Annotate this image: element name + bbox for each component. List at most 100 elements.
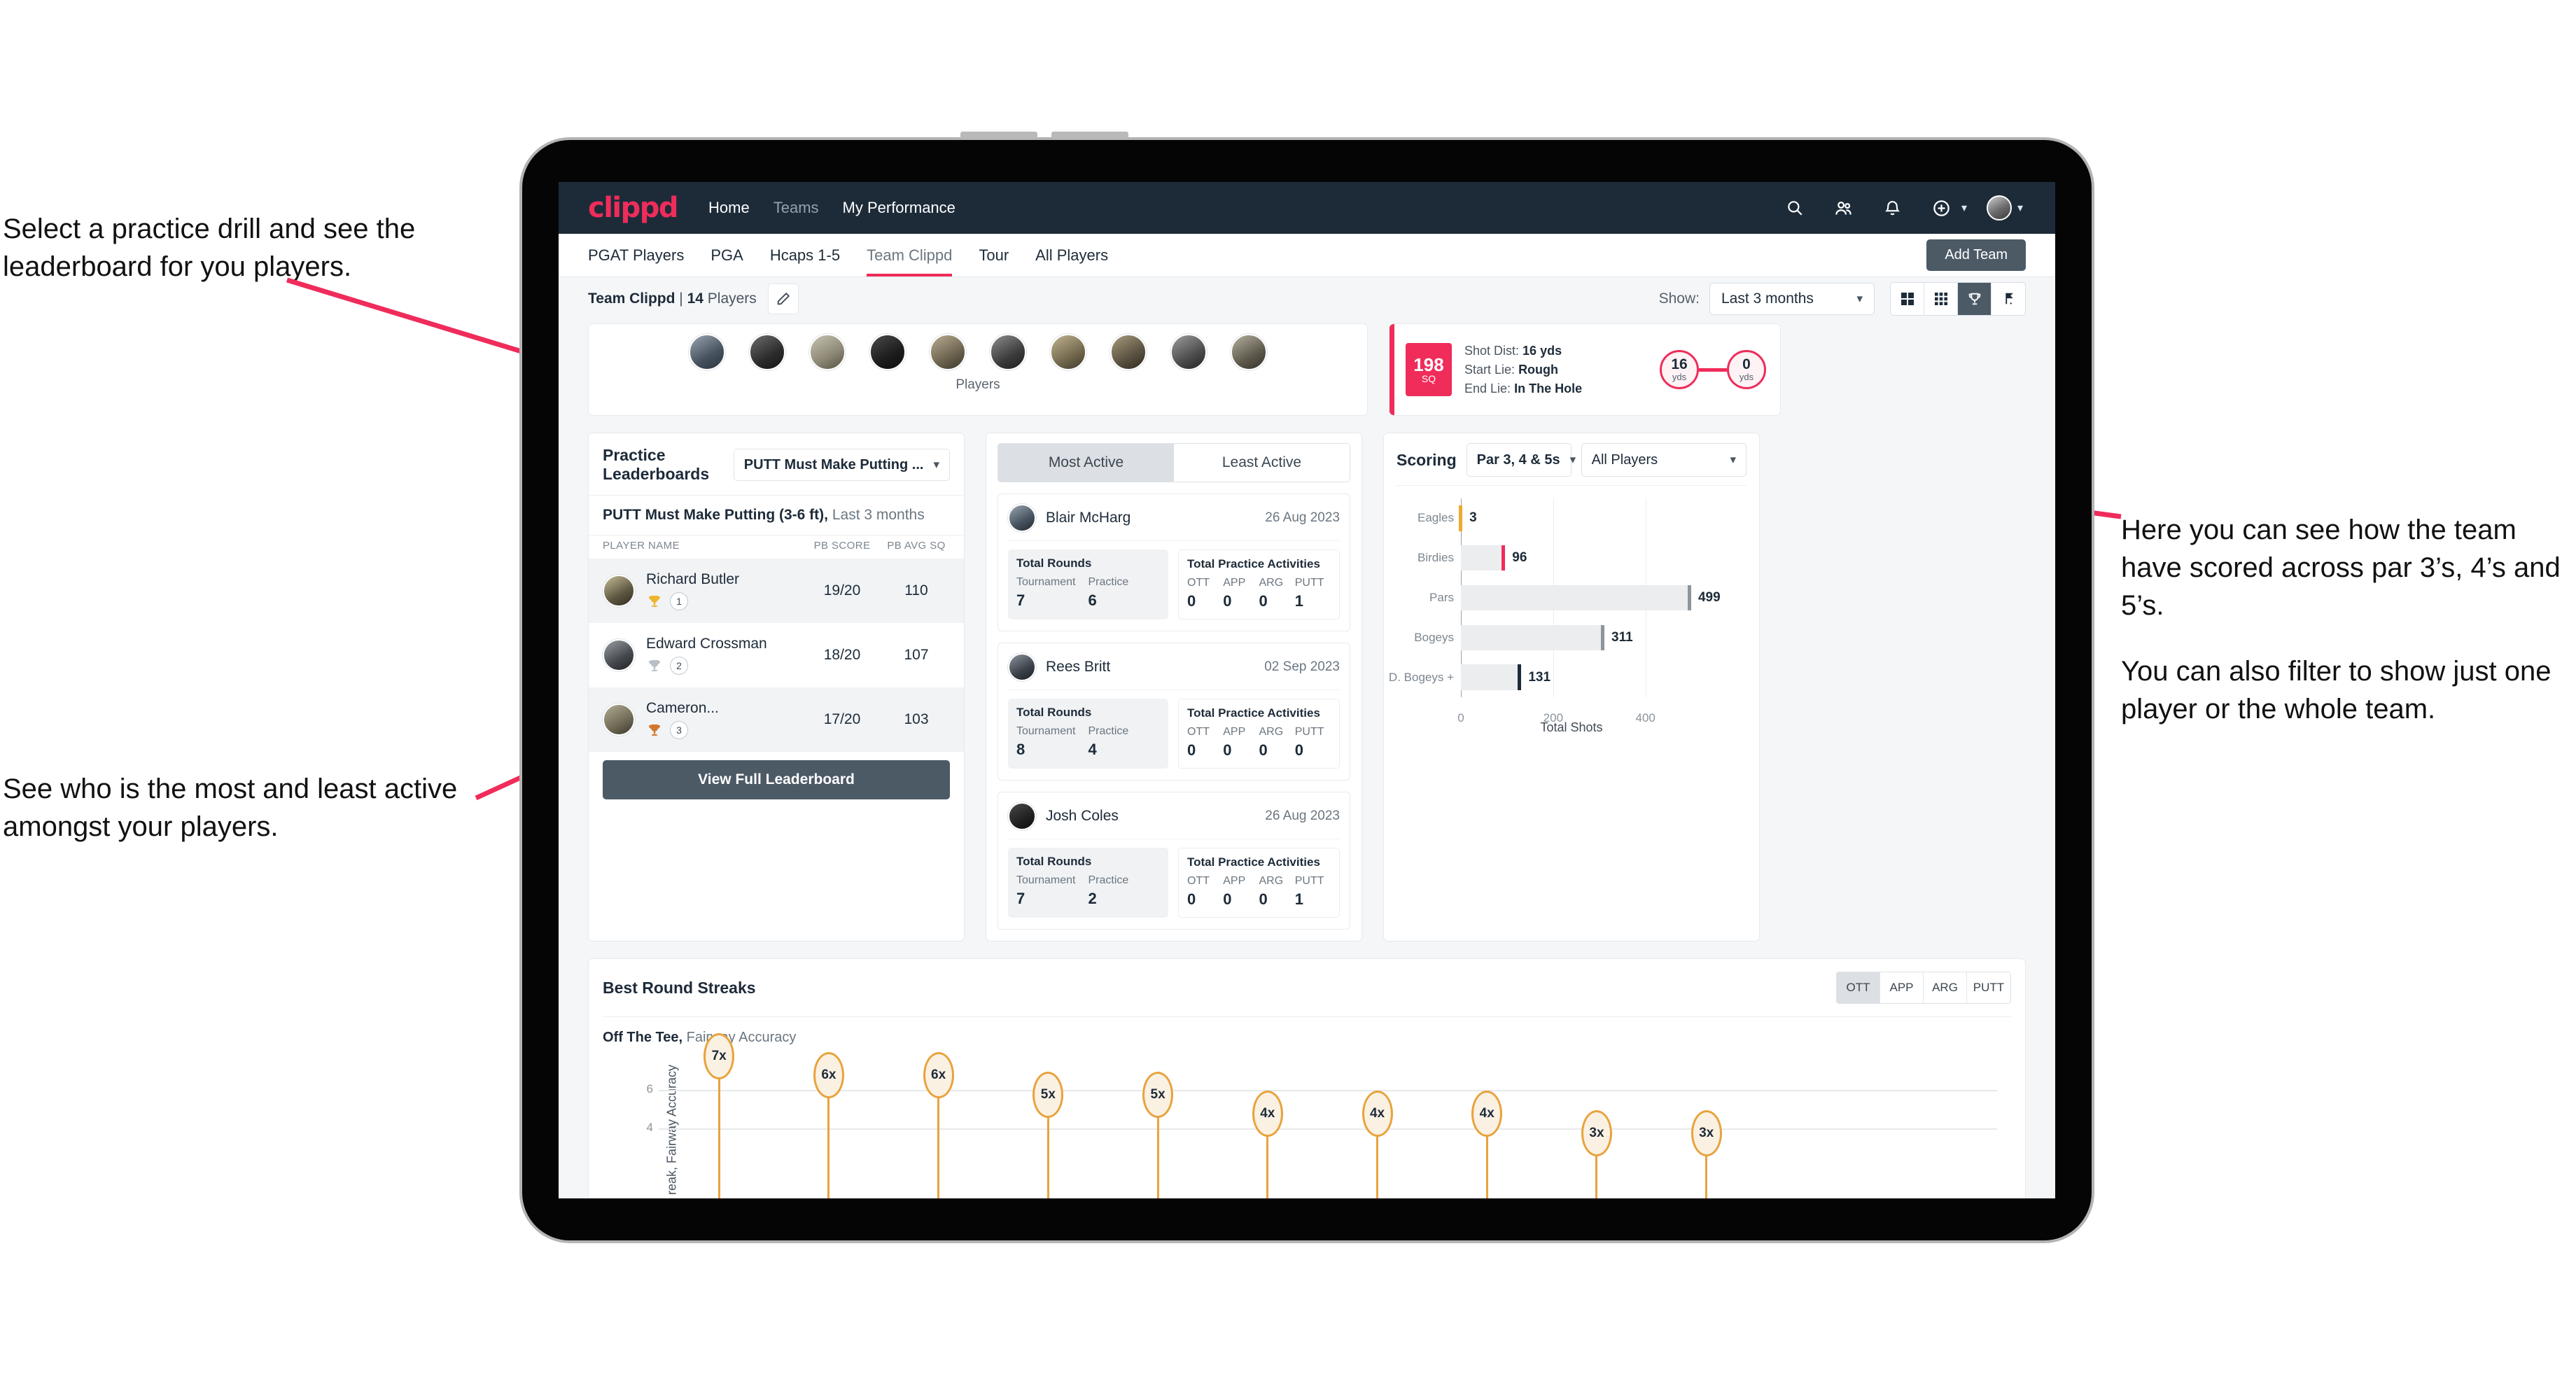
avatar[interactable] — [930, 334, 966, 370]
total-rounds-panel: Total Rounds Tournament 8 Practice 4 — [1008, 699, 1168, 769]
lollipop-marker[interactable]: 4x — [1471, 1091, 1503, 1137]
pencil-icon[interactable] — [767, 284, 799, 314]
view-full-leaderboard-button[interactable]: View Full Leaderboard — [603, 760, 950, 799]
lollipop-marker[interactable]: 4x — [1362, 1091, 1393, 1137]
avatar[interactable] — [1050, 334, 1086, 370]
activity-player-card[interactable]: Blair McHarg 26 Aug 2023 Total Rounds To… — [997, 493, 1350, 631]
grid-4-icon[interactable] — [1891, 283, 1924, 315]
search-icon[interactable] — [1781, 194, 1809, 222]
team-label: Team Clippd | 14 Players — [588, 290, 757, 307]
lollipop-marker[interactable]: 7x — [704, 1032, 735, 1079]
scoring-title: Scoring — [1396, 450, 1457, 469]
lollipop-marker[interactable]: 3x — [1581, 1110, 1612, 1156]
leaderboard-title: Practice Leaderboards — [603, 446, 710, 483]
bar-category-label: Bogeys — [1414, 630, 1454, 644]
activity-player-card[interactable]: Josh Coles 26 Aug 2023 Total Rounds Tour… — [997, 792, 1350, 930]
bar-category-label: Eagles — [1418, 511, 1454, 525]
user-menu[interactable]: ▾ — [1986, 195, 2023, 220]
tab-app[interactable]: APP — [1880, 972, 1924, 1003]
practice-stat: Practice 6 — [1088, 576, 1161, 610]
chevron-down-icon[interactable]: ▾ — [2017, 201, 2023, 215]
best-round-streaks-card: Best Round Streaks OTT APP ARG PUTT Off … — [588, 958, 2026, 1198]
player-cell: Richard Butler 1 — [646, 571, 802, 610]
practice-leaderboards-card: Practice Leaderboards PUTT Must Make Put… — [588, 433, 965, 941]
trophy-icon[interactable] — [1958, 283, 1991, 315]
people-icon[interactable] — [1830, 194, 1858, 222]
lollipop-marker[interactable]: 6x — [923, 1052, 954, 1098]
flag-icon[interactable] — [1991, 283, 2025, 315]
avatar — [603, 575, 635, 607]
app-value: 0 — [1223, 890, 1232, 908]
add-circle-icon[interactable] — [1928, 194, 1956, 222]
app-value: 0 — [1223, 741, 1232, 759]
player-cell: Edward Crossman 2 — [646, 636, 802, 675]
ott-stat: OTT 0 — [1187, 726, 1223, 760]
ott-stat: OTT 0 — [1187, 875, 1223, 909]
avatar[interactable] — [1170, 334, 1207, 370]
table-row[interactable]: Cameron... 3 17/20 103 — [589, 687, 964, 752]
tab-hcaps-1-5[interactable]: Hcaps 1-5 — [770, 234, 840, 276]
app-label: APP — [1223, 726, 1246, 738]
player-filter-select[interactable]: All Players ▾ — [1581, 443, 1746, 477]
activity-player-card[interactable]: Rees Britt 02 Sep 2023 Total Rounds Tour… — [997, 643, 1350, 780]
lollipop-marker[interactable]: 4x — [1252, 1091, 1283, 1137]
lollipop-plot: 4 6 7x 6x 6x 5x 5x 4x 4x 4x 3x 3x — [647, 1032, 1997, 1198]
avatar[interactable] — [1110, 334, 1147, 370]
player-cell: Cameron... 3 — [646, 700, 802, 739]
avatar[interactable] — [869, 334, 906, 370]
table-row[interactable]: Edward Crossman 2 18/20 107 — [589, 623, 964, 687]
tab-ott[interactable]: OTT — [1837, 972, 1880, 1003]
tab-all-players[interactable]: All Players — [1035, 234, 1108, 276]
avatar[interactable] — [689, 334, 725, 370]
tab-pga[interactable]: PGA — [710, 234, 743, 276]
show-period-select[interactable]: Last 3 months ▾ — [1709, 283, 1875, 315]
chevron-down-icon[interactable]: ▾ — [1961, 201, 1967, 215]
par-filter-select[interactable]: Par 3, 4 & 5s ▾ — [1466, 443, 1576, 477]
table-row[interactable]: Richard Butler 1 19/20 110 — [589, 559, 964, 623]
practice-activities-title: Total Practice Activities — [1187, 557, 1320, 570]
tournament-label: Tournament — [1016, 725, 1076, 737]
chevron-down-icon: ▾ — [1856, 292, 1863, 305]
drill-select[interactable]: PUTT Must Make Putting ... ▾ — [733, 449, 950, 481]
nav-link-teams[interactable]: Teams — [774, 199, 819, 217]
tab-putt[interactable]: PUTT — [1967, 972, 2010, 1003]
bar-row: D. Bogeys + 131 — [1389, 664, 1710, 690]
avatar[interactable] — [990, 334, 1026, 370]
col-pb-score: PB SCORE — [813, 540, 871, 552]
nav-link-my-performance[interactable]: My Performance — [843, 199, 955, 217]
tab-team-clippd[interactable]: Team Clippd — [867, 234, 953, 276]
streaks-subtitle: Off The Tee, Fairway Accuracy — [603, 1030, 2011, 1046]
tab-arg[interactable]: ARG — [1924, 972, 1967, 1003]
app-value: 0 — [1223, 592, 1232, 610]
add-team-button[interactable]: Add Team — [1926, 239, 2026, 271]
streaks-metric: Off The Tee, — [603, 1030, 683, 1045]
tab-most-active[interactable]: Most Active — [998, 444, 1174, 482]
grid-9-icon[interactable] — [1924, 283, 1958, 315]
shot-highlight-card: 198 SQ Shot Dist: 16 yds Start Lie: Roug… — [1389, 323, 1781, 416]
lollipop-marker[interactable]: 5x — [1142, 1071, 1174, 1118]
tab-least-active[interactable]: Least Active — [1174, 444, 1350, 482]
lollipop-marker[interactable]: 5x — [1032, 1071, 1064, 1118]
tab-pgat-players[interactable]: PGAT Players — [588, 234, 684, 276]
bell-icon[interactable] — [1879, 194, 1907, 222]
avatar[interactable] — [749, 334, 785, 370]
bar: 96 — [1461, 545, 1527, 571]
player-avatar-row — [589, 334, 1367, 370]
arg-label: ARG — [1259, 726, 1284, 738]
avatar[interactable] — [809, 334, 846, 370]
bar-cap — [1687, 584, 1691, 611]
avatar[interactable] — [1231, 334, 1267, 370]
bar: 131 — [1461, 664, 1550, 690]
nav-link-home[interactable]: Home — [708, 199, 750, 217]
bar-category-label: Pars — [1429, 590, 1454, 604]
last-activity-date: 26 Aug 2023 — [1265, 808, 1340, 823]
total-rounds-title: Total Rounds — [1016, 556, 1092, 570]
tournament-value: 8 — [1016, 741, 1026, 758]
lollipop-marker[interactable]: 3x — [1690, 1110, 1722, 1156]
tab-tour[interactable]: Tour — [979, 234, 1009, 276]
annotation-text: See who is the most and least active amo… — [3, 774, 458, 842]
arg-stat: ARG 0 — [1259, 875, 1295, 909]
lollipop-marker[interactable]: 6x — [813, 1052, 844, 1098]
clippd-logo[interactable]: clippd — [588, 192, 679, 224]
streaks-metric-detail: Fairway Accuracy — [682, 1030, 797, 1045]
